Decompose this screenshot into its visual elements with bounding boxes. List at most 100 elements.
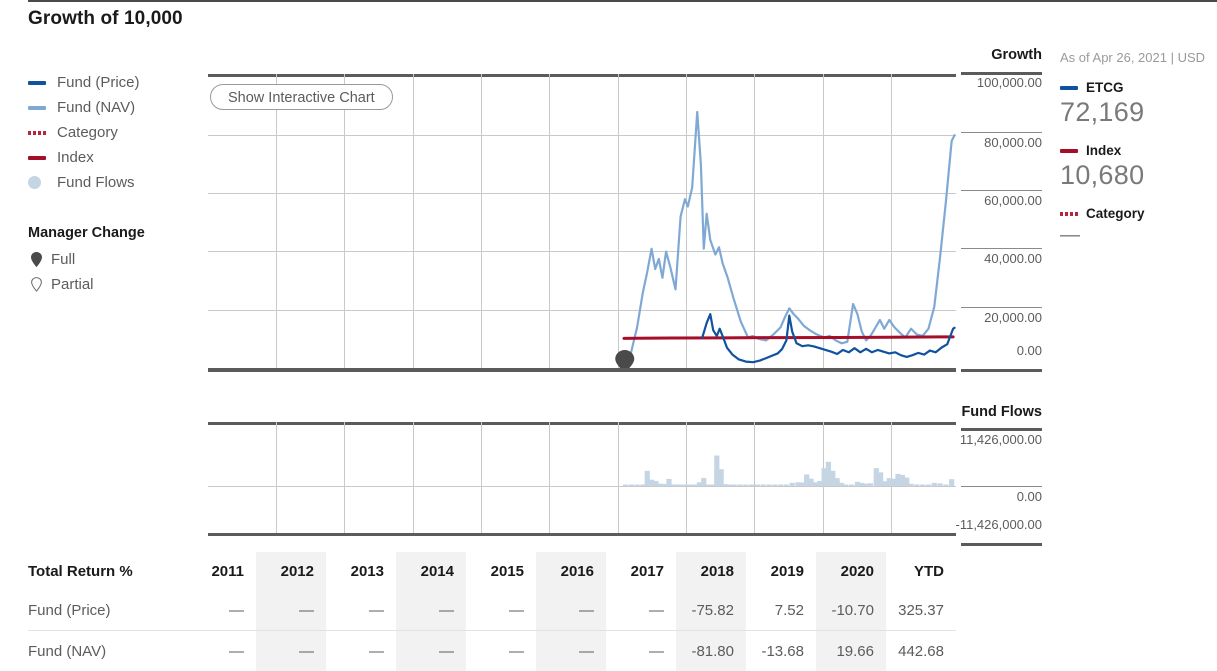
flows-bar [743,485,748,487]
summary-key-category: Category [1060,206,1217,221]
line-swatch-crimson-icon [28,156,48,160]
summary-key-etcg: ETCG [1060,80,1217,95]
flows-bar [755,485,760,487]
flows-bottom-border [208,533,956,536]
flows-bar [868,483,873,486]
table-cell: — [186,590,256,631]
line-swatch-navy-icon [28,81,48,85]
table-header-row: Total Return %20112012201320142015201620… [28,552,956,590]
flows-bar [949,479,954,486]
manager-change-label: Partial [51,276,94,293]
growth-axis-heading: Growth [991,47,1042,63]
table-cell: — [326,590,396,631]
manager-change-legend: Full Partial [28,247,94,297]
summary-panel: As of Apr 26, 2021 | USD ETCG 72,169 Ind… [1060,50,1217,245]
as-of-label: As of Apr 26, 2021 | USD [1060,50,1217,65]
legend-label: Fund (Price) [57,74,140,91]
table-cell: — [256,590,326,631]
flows-bar [719,469,724,486]
legend-label: Index [57,149,94,166]
table-column-header: 2017 [606,552,676,590]
flows-bar [937,483,942,486]
table-column-header: 2015 [466,552,536,590]
flows-bar [920,485,925,487]
summary-name: Index [1086,143,1121,158]
legend-item-fund-nav: Fund (NAV) [28,95,203,120]
line-swatch-crimson-icon [1060,149,1078,153]
table-cell: — [396,590,466,631]
flows-bar [784,485,789,487]
legend-label: Category [57,124,118,141]
table-row-label: Fund (NAV) [28,631,186,671]
table-cell: — [466,590,536,631]
axis-rule [961,132,1042,133]
table-cell: -81.80 [676,631,746,671]
table-cell: — [606,631,676,671]
summary-value-etcg: 72,169 [1060,97,1217,128]
growth-tick: 40,000.00 [984,251,1042,266]
flows-bar [914,484,919,486]
flows-bar [737,485,742,487]
table-cell: -10.70 [816,590,886,631]
line-swatch-lightblue-icon [28,106,48,110]
axis-rule [961,248,1042,249]
table-column-header: 2016 [536,552,606,590]
summary-value-index: 10,680 [1060,160,1217,191]
flows-bar [843,485,848,487]
table-cell: -75.82 [676,590,746,631]
flows-bar [766,485,771,487]
legend-label: Fund Flows [57,174,135,191]
legend-item-index: Index [28,145,203,170]
chart-legend: Fund (Price) Fund (NAV) Category Index F… [28,70,203,195]
table-column-header: 2011 [186,552,256,590]
flows-bar [926,485,931,487]
table-cell: — [326,631,396,671]
flows-bars-plot [208,422,956,536]
table-column-header: 2018 [676,552,746,590]
flows-bar [634,485,639,487]
summary-value-category: — [1060,225,1217,245]
legend-item-category: Category [28,120,203,145]
table-column-header: YTD [886,552,956,590]
flows-tick: 11,426,000.00 [960,432,1042,447]
table-cell: — [256,631,326,671]
summary-name: ETCG [1086,80,1124,95]
dotted-swatch-red-icon [1060,212,1078,216]
table-cell: — [186,631,256,671]
manager-change-full: Full [28,247,94,272]
flows-tick: -11,426,000.00 [956,517,1043,532]
line-swatch-navy-icon [1060,86,1078,90]
summary-name: Category [1086,206,1145,221]
manager-change-partial: Partial [28,272,94,297]
series-line-index [624,337,953,338]
axis-rule [961,307,1042,308]
manager-change-title: Manager Change [28,225,145,241]
legend-label: Fund (NAV) [57,99,135,116]
table-row: Fund (Price)———————-75.827.52-10.70325.3… [28,590,956,631]
growth-series-plot [208,74,956,372]
growth-tick: 80,000.00 [984,135,1042,150]
flows-bar [772,485,777,487]
table-column-header: 2014 [396,552,466,590]
show-interactive-chart-button[interactable]: Show Interactive Chart [210,84,393,110]
table-cell: — [606,590,676,631]
axis-rule [961,428,1042,431]
flows-tick: 0.00 [1017,489,1042,504]
flows-bar [778,485,783,487]
manager-change-label: Full [51,251,75,268]
table-row-label: Fund (Price) [28,590,186,631]
table-row: Fund (NAV)———————-81.80-13.6819.66442.68 [28,631,956,671]
header-rule [28,0,1217,2]
pin-outline-icon [28,277,44,292]
table-cell: 325.37 [886,590,956,631]
flows-bar [943,485,948,487]
pin-filled-icon [28,252,44,267]
axis-rule [961,369,1042,372]
page-title: Growth of 10,000 [28,8,183,30]
axis-rule [961,543,1042,546]
dotted-swatch-red-icon [28,131,48,135]
flows-bar [790,483,795,486]
growth-tick: 100,000.00 [977,75,1042,90]
table-cell: 7.52 [746,590,816,631]
legend-item-fund-price: Fund (Price) [28,70,203,95]
